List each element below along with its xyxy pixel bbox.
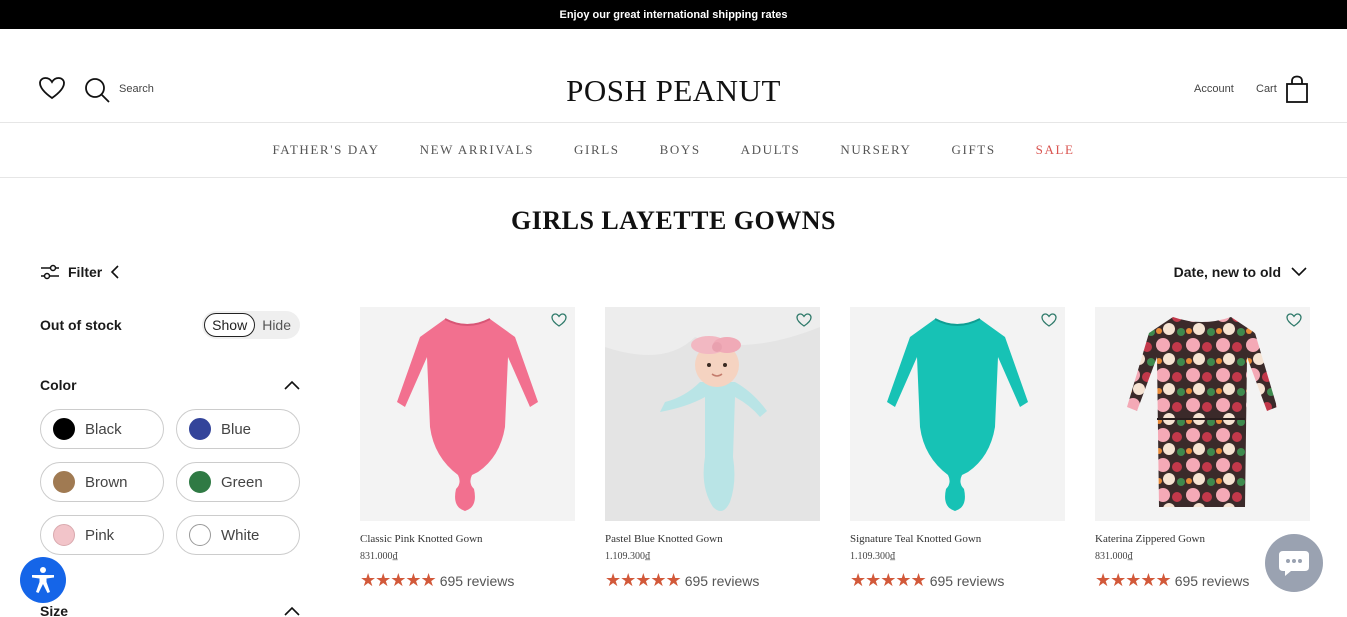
- accessibility-icon: [32, 567, 54, 593]
- toggle-hide-option[interactable]: Hide: [255, 314, 298, 336]
- product-name[interactable]: Classic Pink Knotted Gown: [360, 533, 575, 545]
- color-swatch-list: Black Blue Brown Green Pink White: [40, 409, 300, 555]
- nav-fathers-day[interactable]: FATHER'S DAY: [272, 142, 379, 158]
- color-option-label: Green: [221, 473, 263, 491]
- product-card[interactable]: Classic Pink Knotted Gown 831.000₫ ★★★★★…: [360, 307, 575, 591]
- color-swatch-dot: [53, 418, 75, 440]
- wishlist-heart-icon[interactable]: [1286, 313, 1302, 327]
- sort-label: Date, new to old: [1173, 264, 1281, 280]
- color-swatch-dot: [53, 524, 75, 546]
- main-nav: FATHER'S DAY NEW ARRIVALS GIRLS BOYS ADU…: [0, 123, 1347, 178]
- rating-stars-icon: ★★★★★: [1095, 570, 1172, 590]
- color-option-label: Brown: [85, 473, 128, 491]
- nav-new-arrivals[interactable]: NEW ARRIVALS: [420, 142, 534, 158]
- nav-gifts[interactable]: GIFTS: [952, 142, 996, 158]
- baby-in-blue-gown-image: [605, 307, 820, 521]
- filter-label: Filter: [68, 264, 103, 280]
- review-count: 695 reviews: [439, 572, 515, 589]
- color-option-label: Blue: [221, 420, 252, 438]
- review-count: 695 reviews: [1174, 572, 1250, 589]
- product-name[interactable]: Pastel Blue Knotted Gown: [605, 533, 820, 545]
- out-of-stock-toggle[interactable]: Show Hide: [202, 311, 300, 339]
- color-option-brown[interactable]: Brown: [40, 462, 164, 502]
- shopping-bag-icon[interactable]: [1284, 75, 1310, 103]
- nav-adults[interactable]: ADULTS: [741, 142, 801, 158]
- chat-button[interactable]: [1265, 534, 1323, 592]
- chevron-left-icon: [111, 265, 119, 279]
- color-swatch-dot: [189, 471, 211, 493]
- product-image[interactable]: [605, 307, 820, 521]
- out-of-stock-label: Out of stock: [40, 317, 122, 333]
- nav-boys[interactable]: BOYS: [660, 142, 701, 158]
- page-title: GIRLS LAYETTE GOWNS: [511, 206, 836, 235]
- product-image[interactable]: [1095, 307, 1310, 521]
- color-option-green[interactable]: Green: [176, 462, 300, 502]
- color-option-label: Pink: [85, 526, 115, 544]
- product-rating[interactable]: ★★★★★ 695 reviews: [850, 570, 1065, 591]
- product-image[interactable]: [360, 307, 575, 521]
- product-rating[interactable]: ★★★★★ 695 reviews: [605, 570, 820, 591]
- chevron-up-icon: [284, 380, 300, 390]
- account-link[interactable]: Account: [1194, 83, 1234, 95]
- announcement-bar: Enjoy our great international shipping r…: [0, 0, 1347, 29]
- site-header: Search POSH PEANUT Account Cart: [0, 29, 1347, 123]
- cart-link[interactable]: Cart: [1256, 83, 1277, 95]
- color-option-black[interactable]: Black: [40, 409, 164, 449]
- filter-toggle[interactable]: Filter: [40, 264, 120, 280]
- wishlist-heart-icon[interactable]: [796, 313, 812, 327]
- product-grid: Classic Pink Knotted Gown 831.000₫ ★★★★★…: [360, 307, 1310, 591]
- rating-stars-icon: ★★★★★: [360, 570, 437, 590]
- filter-sliders-icon: [41, 264, 59, 280]
- out-of-stock-row: Out of stock Show Hide: [40, 310, 300, 340]
- color-option-label: White: [221, 526, 260, 544]
- color-swatch-dot: [189, 418, 211, 440]
- rating-stars-icon: ★★★★★: [850, 570, 927, 590]
- size-section-header[interactable]: Size: [40, 603, 300, 617]
- sort-dropdown[interactable]: Date, new to old: [1174, 264, 1307, 280]
- color-option-pink[interactable]: Pink: [40, 515, 164, 555]
- review-count: 695 reviews: [684, 572, 760, 589]
- review-count: 695 reviews: [929, 572, 1005, 589]
- product-card[interactable]: Pastel Blue Knotted Gown 1.109.300₫ ★★★★…: [605, 307, 820, 591]
- chat-bubble-icon: [1279, 551, 1309, 576]
- color-option-blue[interactable]: Blue: [176, 409, 300, 449]
- pink-gown-image: [397, 318, 538, 511]
- floral-gown-image: [1127, 317, 1277, 507]
- color-section-header[interactable]: Color: [40, 375, 300, 395]
- chevron-down-icon: [1291, 267, 1307, 277]
- rating-stars-icon: ★★★★★: [605, 570, 682, 590]
- wishlist-heart-icon[interactable]: [551, 313, 567, 327]
- product-price: 1.109.300₫: [850, 551, 896, 562]
- size-section-label: Size: [40, 603, 69, 617]
- filter-sidebar: Out of stock Show Hide Color Black Blue …: [40, 310, 300, 555]
- color-swatch-dot: [53, 471, 75, 493]
- color-option-white[interactable]: White: [176, 515, 300, 555]
- color-section-label: Color: [40, 377, 77, 393]
- teal-gown-image: [887, 318, 1028, 511]
- product-price: 1.109.300₫: [605, 551, 651, 562]
- nav-girls[interactable]: GIRLS: [574, 142, 620, 158]
- product-card[interactable]: Signature Teal Knotted Gown 1.109.300₫ ★…: [850, 307, 1065, 591]
- wishlist-heart-icon[interactable]: [1041, 313, 1057, 327]
- chevron-up-icon: [284, 606, 300, 616]
- product-rating[interactable]: ★★★★★ 695 reviews: [360, 570, 575, 591]
- accessibility-button[interactable]: [20, 557, 66, 603]
- nav-sale[interactable]: SALE: [1036, 142, 1075, 158]
- product-price: 831.000₫: [360, 551, 398, 562]
- color-option-label: Black: [85, 420, 122, 438]
- announcement-text: Enjoy our great international shipping r…: [559, 8, 788, 21]
- toggle-show-option[interactable]: Show: [204, 313, 256, 337]
- product-image[interactable]: [850, 307, 1065, 521]
- color-swatch-dot: [189, 524, 211, 546]
- product-name[interactable]: Signature Teal Knotted Gown: [850, 533, 1065, 545]
- nav-nursery[interactable]: NURSERY: [840, 142, 911, 158]
- site-logo[interactable]: POSH PEANUT: [0, 73, 1347, 109]
